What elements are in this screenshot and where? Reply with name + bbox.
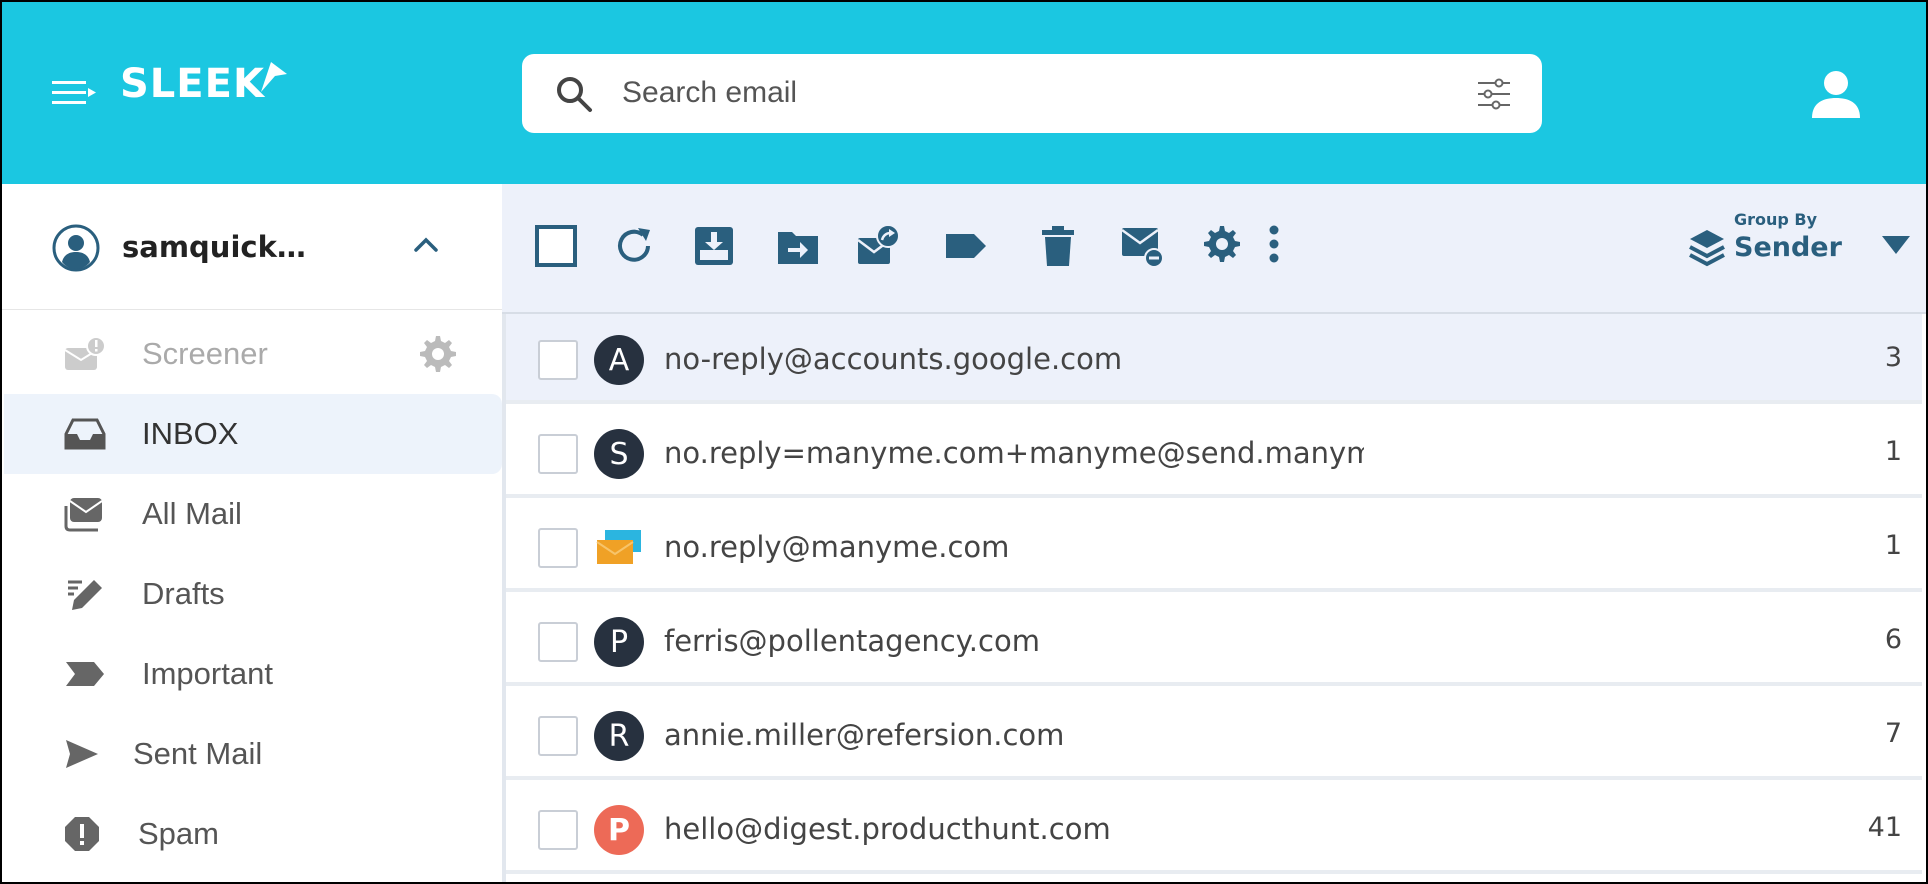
sidebar-item-label: Screener [142,336,268,371]
sidebar-item-label: Drafts [142,576,225,611]
sender-avatar: A [594,335,644,385]
move-to-folder-icon[interactable] [776,224,820,268]
sender-address: annie.miller@refersion.com [664,718,1065,752]
mail-toolbar: Group By Sender [502,184,1926,314]
caret-down-icon [1882,236,1910,254]
all-mail-icon [64,498,103,532]
mail-row[interactable]: no.reply@manyme.com 1 [506,502,1922,592]
settings-gear-icon[interactable] [1200,224,1244,268]
archive-icon[interactable] [692,224,736,268]
thread-count: 1 [1884,436,1902,467]
sidebar-item-screener[interactable]: Screener [4,314,502,394]
sender-avatar: R [594,711,644,761]
top-header: SLEEK [2,2,1926,184]
row-checkbox[interactable] [538,622,578,662]
row-checkbox[interactable] [538,528,578,568]
search-bar [522,54,1542,133]
menu-icon[interactable] [52,80,96,106]
sender-avatar: P [594,805,644,855]
group-by-value: Sender [1734,232,1842,263]
thread-count: 3 [1884,342,1902,373]
sidebar-item-drafts[interactable]: Drafts [4,554,502,634]
row-checkbox[interactable] [538,716,578,756]
account-avatar-icon [52,224,100,272]
mail-row[interactable]: P hello@digest.producthunt.com 41 [506,784,1922,874]
sidebar-item-sent-mail[interactable]: Sent Mail [4,714,502,794]
search-input[interactable] [622,68,1442,118]
group-by-caption: Group By [1734,210,1818,229]
sender-address: no-reply@accounts.google.com [664,342,1123,376]
sender-avatar: P [594,617,644,667]
sleek-logo[interactable]: SLEEK [120,56,287,112]
layers-icon [1689,230,1725,267]
sidebar-item-inbox[interactable]: INBOX [4,394,502,474]
mail-row[interactable]: P ferris@pollentagency.com 6 [506,596,1922,686]
drafts-icon [68,580,102,610]
row-checkbox[interactable] [538,810,578,850]
chevron-up-icon[interactable] [412,234,440,254]
manyme-logo-icon [596,530,641,564]
search-icon[interactable] [554,74,594,114]
account-name: samquick… [122,230,306,264]
sidebar-item-all-mail[interactable]: All Mail [4,474,502,554]
sender-address: no.reply@manyme.com [664,530,1010,564]
user-profile-icon[interactable] [1810,68,1862,120]
important-icon [66,662,104,686]
sidebar-item-label: Spam [138,816,219,851]
select-all-checkbox[interactable] [534,224,578,268]
sender-address: ferris@pollentagency.com [664,624,1040,658]
sender-avatar [594,523,644,573]
sidebar-item-label: Sent Mail [133,736,263,771]
sidebar-item-label: Important [142,656,273,691]
inbox-icon [64,418,106,450]
thread-count: 1 [1884,530,1902,561]
gear-icon[interactable] [414,332,458,376]
row-checkbox[interactable] [538,340,578,380]
filter-sliders-icon[interactable] [1474,74,1514,114]
mail-row[interactable]: A no-reply@accounts.google.com 3 [506,314,1922,404]
trash-icon[interactable] [1036,224,1080,268]
block-sender-icon[interactable] [1120,224,1164,268]
thread-count: 41 [1867,812,1902,843]
label-tag-icon[interactable] [944,224,988,268]
app-window: SLEEK Search email samquick… Screener IN… [0,0,1928,884]
sent-icon [66,740,98,768]
logo-text: SLEEK [120,61,265,107]
forward-mail-icon[interactable] [856,224,900,268]
mail-row[interactable]: R annie.miller@refersion.com 7 [506,690,1922,780]
screener-icon [64,336,106,370]
logo-arrow-icon [260,62,287,92]
more-vertical-icon[interactable] [1264,224,1284,268]
sidebar-item-label: All Mail [142,496,242,531]
thread-count: 7 [1884,718,1902,749]
mail-row[interactable]: S no.reply=manyme.com+manyme@send.manym…… [506,408,1922,498]
account-switcher[interactable]: samquick… [2,184,502,310]
group-by-dropdown[interactable]: Group By Sender [1688,210,1918,290]
sidebar-item-important[interactable]: Important [4,634,502,714]
sender-address: hello@digest.producthunt.com [664,812,1111,846]
refresh-icon[interactable] [612,224,656,268]
thread-count: 6 [1884,624,1902,655]
sender-address: no.reply=manyme.com+manyme@send.manym… [664,436,1364,470]
sidebar: samquick… Screener INBOX All Mail Drafts… [2,184,502,882]
sidebar-item-spam[interactable]: Spam [4,794,502,874]
spam-icon [65,817,99,851]
mail-list: A no-reply@accounts.google.com 3 S no.re… [502,314,1926,882]
row-checkbox[interactable] [538,434,578,474]
sender-avatar: S [594,429,644,479]
sidebar-item-label: INBOX [142,416,239,451]
